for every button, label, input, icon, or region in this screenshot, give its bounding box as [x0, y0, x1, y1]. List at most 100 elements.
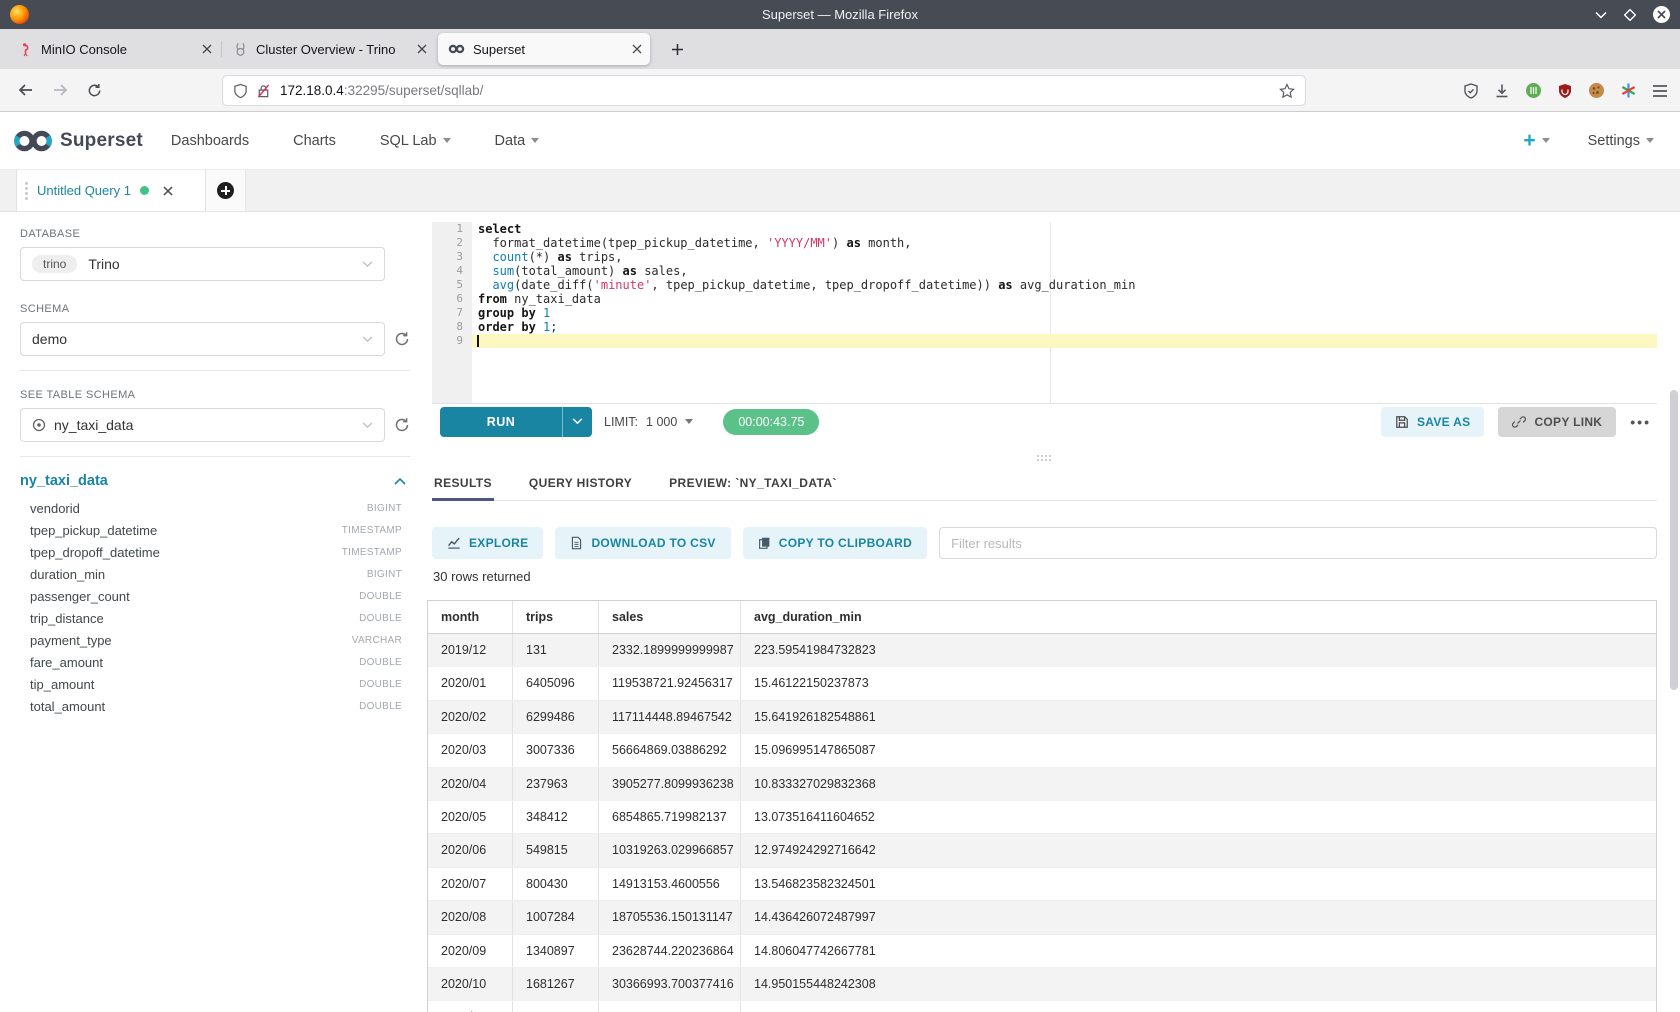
column-header-cell[interactable]: trips — [513, 601, 599, 633]
sql-token — [478, 264, 492, 278]
extension-asterisk-icon[interactable] — [1620, 82, 1637, 99]
sql-code-line[interactable] — [472, 334, 1657, 348]
browser-tab-superset[interactable]: Superset — [438, 33, 650, 65]
limit-dropdown[interactable]: LIMIT: 1 000 — [604, 415, 693, 429]
window-close-icon[interactable] — [1653, 6, 1670, 23]
editor-line-number: 7 — [432, 306, 472, 320]
back-button-icon[interactable] — [12, 76, 40, 104]
table-schema-header[interactable]: ny_taxi_data — [20, 473, 410, 489]
table-cell: 3905277.8099936238 — [599, 768, 741, 800]
reload-button-icon[interactable] — [80, 76, 108, 104]
ublock-shield-icon[interactable] — [1557, 83, 1573, 99]
add-query-tab-button[interactable] — [206, 170, 246, 211]
tab-preview-ny-taxi-data[interactable]: PREVIEW: `NY_TAXI_DATA` — [667, 470, 839, 500]
table-select[interactable]: ny_taxi_data — [20, 408, 385, 442]
forward-button-icon[interactable] — [46, 76, 74, 104]
refresh-tables-icon[interactable] — [394, 417, 410, 433]
sql-editor[interactable]: 123456789 select format_datetime(tpep_pi… — [432, 222, 1657, 403]
sql-code-line[interactable]: select — [472, 222, 1657, 236]
tab-query-history[interactable]: QUERY HISTORY — [527, 470, 634, 500]
bookmark-star-icon[interactable] — [1279, 83, 1295, 99]
tab-results[interactable]: RESULTS — [432, 470, 494, 500]
browser-tab-minio[interactable]: MinIO Console — [8, 33, 220, 65]
downloads-icon[interactable] — [1494, 83, 1510, 99]
extension-green-icon[interactable] — [1525, 82, 1542, 99]
window-titlebar: Superset — Mozilla Firefox — [0, 0, 1680, 29]
query-tab[interactable]: Untitled Query 1 — [16, 170, 206, 211]
chevron-down-icon — [443, 138, 451, 143]
sql-token: 1 — [543, 306, 550, 320]
schema-select[interactable]: demo — [20, 322, 385, 356]
menu-hamburger-icon[interactable] — [1652, 84, 1668, 98]
column-header-cell[interactable]: month — [428, 601, 513, 633]
sql-token: count — [492, 250, 528, 264]
run-button[interactable]: RUN — [440, 407, 592, 437]
download-csv-button[interactable]: DOWNLOAD TO CSV — [555, 527, 730, 559]
sql-token: 'minute' — [594, 278, 652, 292]
nav-item-sql-lab[interactable]: SQL Lab — [380, 133, 451, 149]
superset-infinity-logo[interactable] — [12, 129, 54, 153]
sql-code-line[interactable]: avg(date_diff('minute', tpep_pickup_date… — [472, 278, 1657, 292]
sql-code-line[interactable]: count(*) as trips, — [472, 250, 1657, 264]
filter-results-input[interactable] — [939, 527, 1657, 559]
sql-code-line[interactable]: format_datetime(tpep_pickup_datetime, 'Y… — [472, 236, 1657, 250]
sql-code-line[interactable]: sum(total_amount) as sales, — [472, 264, 1657, 278]
copy-clipboard-button[interactable]: COPY TO CLIPBOARD — [743, 527, 927, 559]
refresh-schemas-icon[interactable] — [394, 331, 410, 347]
table-cell: 2020/10 — [428, 968, 513, 1000]
column-header-cell[interactable]: sales — [599, 601, 741, 633]
run-options-chevron-icon[interactable] — [562, 407, 592, 437]
tab-close-icon[interactable] — [417, 44, 427, 54]
protections-shield-icon[interactable] — [1463, 83, 1479, 99]
window-maximize-icon[interactable] — [1624, 9, 1636, 21]
schema-column-row: payment_typeVARCHAR — [20, 629, 410, 651]
column-type: VARCHAR — [352, 635, 402, 646]
settings-menu[interactable]: Settings — [1588, 133, 1654, 149]
column-name: vendorid — [30, 501, 80, 516]
scrollbar-thumb[interactable] — [1670, 390, 1678, 690]
table-row: 2020/042379633905277.809993623810.833327… — [428, 768, 1656, 801]
editor-line-number: 5 — [432, 278, 472, 292]
brand-name[interactable]: Superset — [60, 130, 143, 152]
save-as-button[interactable]: SAVE AS — [1381, 407, 1484, 437]
table-cell: 15.641926182548861 — [741, 701, 1656, 733]
pane-drag-handle[interactable] — [1037, 455, 1053, 463]
chevron-down-icon — [1646, 138, 1654, 143]
table-cell: 2020/03 — [428, 734, 513, 766]
cookie-icon[interactable] — [1588, 82, 1605, 99]
editor-code-area[interactable]: select format_datetime(tpep_pickup_datet… — [472, 222, 1657, 403]
explore-button[interactable]: EXPLORE — [432, 527, 543, 559]
window-minimize-icon[interactable] — [1595, 11, 1607, 19]
column-header-cell[interactable]: avg_duration_min — [741, 601, 1656, 633]
new-tab-plus-icon[interactable] — [664, 36, 690, 62]
url-bar[interactable]: 172.18.0.4:32295/superset/sqllab/ — [222, 75, 1306, 106]
drag-grip-icon[interactable] — [25, 182, 28, 200]
tab-close-icon[interactable] — [632, 44, 642, 54]
nav-item-data[interactable]: Data — [495, 133, 540, 149]
more-actions-button[interactable]: ••• — [1630, 414, 1651, 430]
new-item-button[interactable]: + — [1523, 130, 1549, 151]
sql-token: as — [557, 250, 571, 264]
nav-item-dashboards[interactable]: Dashboards — [171, 133, 249, 149]
copy-link-button[interactable]: COPY LINK — [1498, 407, 1616, 437]
database-select[interactable]: trino Trino — [20, 247, 385, 281]
chevron-down-icon — [531, 138, 539, 143]
insecure-lock-icon[interactable] — [256, 83, 271, 99]
nav-item-charts[interactable]: Charts — [293, 133, 336, 149]
results-actions-row: EXPLORE DOWNLOAD TO CSV COPY TO CLIPBOAR… — [432, 527, 1657, 559]
line-chart-icon — [447, 536, 461, 550]
sql-code-line[interactable]: order by 1; — [472, 320, 1657, 334]
query-tab-close-icon[interactable] — [163, 186, 173, 196]
sql-token: (*) — [529, 250, 558, 264]
shield-icon[interactable] — [233, 83, 248, 99]
table-cell: 549815 — [513, 834, 599, 866]
chevron-down-icon — [362, 422, 373, 429]
tab-close-icon[interactable] — [202, 44, 212, 54]
browser-tab-trino[interactable]: Cluster Overview - Trino — [223, 33, 435, 65]
sql-code-line[interactable]: from ny_taxi_data — [472, 292, 1657, 306]
sql-code-line[interactable]: group by 1 — [472, 306, 1657, 320]
collapse-chevron-up-icon[interactable] — [394, 477, 406, 485]
sql-token: trips, — [572, 250, 623, 264]
sql-token: avg_duration_min — [1013, 278, 1136, 292]
sql-token — [536, 320, 543, 334]
